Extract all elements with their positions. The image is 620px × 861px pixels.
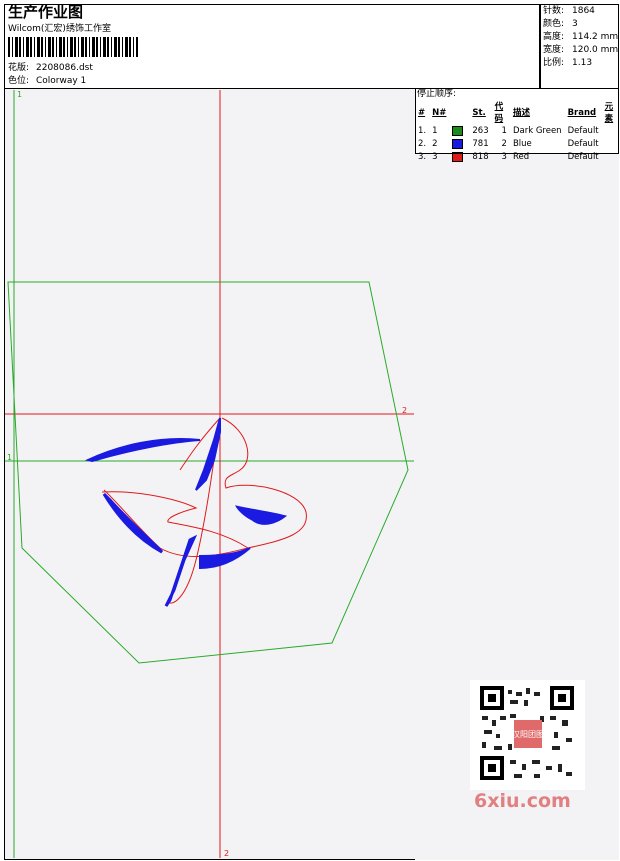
blue-fill-center-stroke	[195, 417, 221, 491]
blue-fill-lower-stroke	[164, 534, 198, 607]
green-left-marker: 1	[7, 453, 13, 462]
green-top-marker: 1	[17, 90, 23, 99]
blue-fill-left-curve	[102, 492, 164, 554]
blue-fill-right-leaf	[235, 505, 288, 525]
blue-fill-top-stroke	[85, 438, 201, 463]
blue-fill-bottom-curve	[199, 547, 251, 570]
qr-center-label: 汉阳团图	[512, 730, 544, 739]
qr-code: 汉阳团图	[470, 680, 585, 790]
watermark: 6xiu.com	[474, 790, 571, 812]
red-right-marker: 2	[402, 406, 408, 415]
red-bottom-marker: 2	[224, 849, 230, 858]
